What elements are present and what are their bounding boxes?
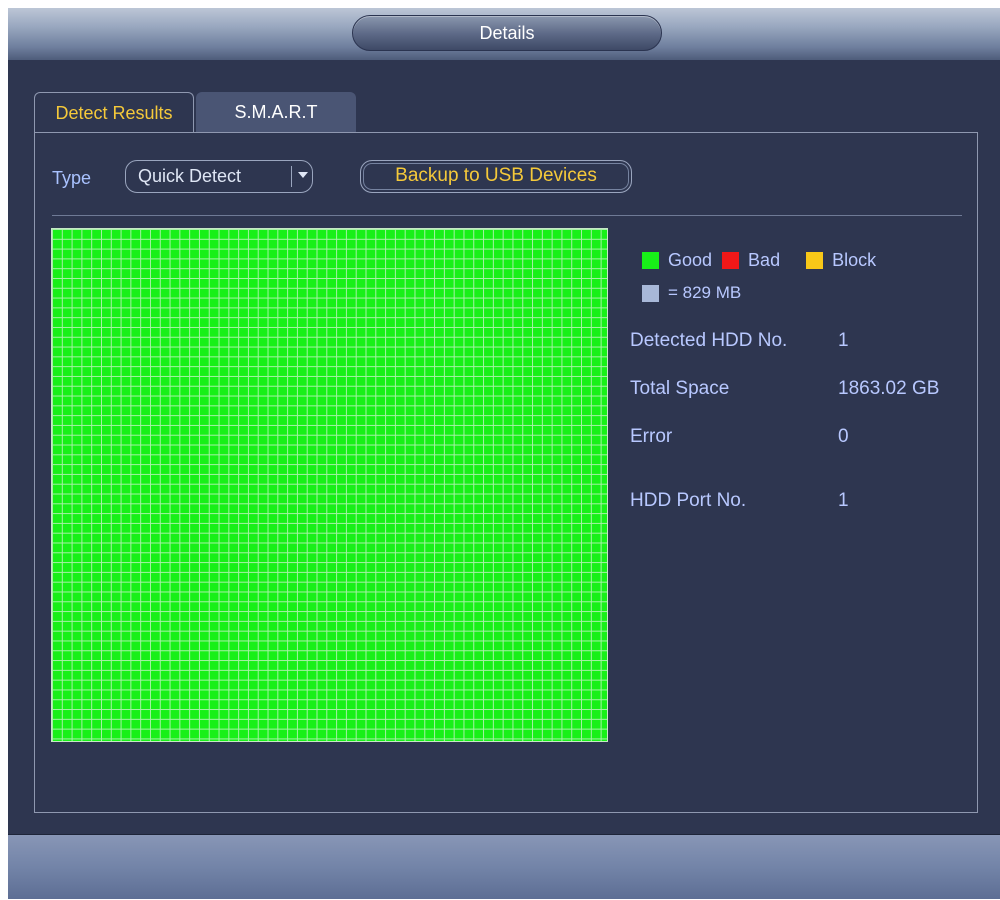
hdd-port-value: 1 (838, 490, 849, 511)
unit-swatch-icon (642, 284, 659, 302)
backup-to-usb-button[interactable]: Backup to USB Devices (360, 160, 632, 193)
bottom-bar (8, 835, 1000, 899)
disk-block-map (51, 228, 608, 742)
block-swatch-icon (806, 252, 824, 269)
legend-bad-label: Bad (748, 250, 781, 270)
good-swatch-icon (642, 252, 659, 269)
legend-block: Block (806, 250, 876, 271)
total-space-value: 1863.02 GB (838, 378, 940, 399)
total-space-label: Total Space (630, 378, 730, 399)
detected-hdd-label: Detected HDD No. (630, 330, 788, 351)
divider (52, 215, 962, 216)
legend-bad: Bad (722, 250, 780, 271)
tab-smart[interactable]: S.M.A.R.T (196, 92, 356, 133)
chevron-down-icon[interactable] (298, 172, 308, 178)
type-dropdown[interactable]: Quick Detect (125, 160, 313, 193)
legend-row-status: Good Bad Block (642, 250, 876, 271)
error-label: Error (630, 426, 673, 447)
detected-hdd-value: 1 (838, 330, 849, 351)
title-bar: Details (8, 8, 1000, 60)
legend-row-unit: = 829 MB (642, 283, 741, 303)
hdd-port-label: HDD Port No. (630, 490, 747, 511)
type-dropdown-value: Quick Detect (138, 166, 242, 186)
legend-good: Good (642, 250, 712, 271)
type-label: Type (52, 168, 92, 188)
tab-detect-results[interactable]: Detect Results (34, 92, 194, 133)
dropdown-divider (291, 166, 292, 187)
details-window: Details Detect Results S.M.A.R.T Type Qu… (8, 8, 1000, 899)
legend-block-label: Block (832, 250, 877, 270)
legend-unit-label: = 829 MB (668, 283, 742, 302)
bad-swatch-icon (722, 252, 740, 269)
legend-good-label: Good (668, 250, 713, 270)
window-title: Details (352, 15, 662, 51)
error-value: 0 (838, 426, 849, 447)
